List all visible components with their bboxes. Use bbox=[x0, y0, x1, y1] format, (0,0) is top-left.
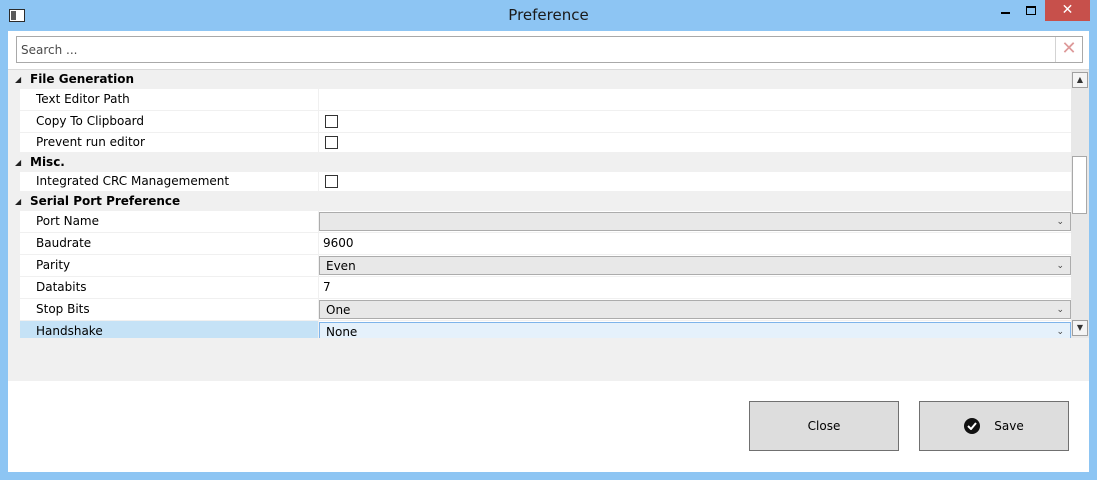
expand-toggle-icon[interactable]: ◢ bbox=[15, 153, 21, 172]
databits-input[interactable]: 7 bbox=[319, 277, 1071, 298]
window-title: Preference bbox=[508, 6, 589, 24]
category-label: File Generation bbox=[30, 72, 135, 86]
property-row-databits[interactable]: Databits 7 bbox=[8, 277, 1071, 299]
property-name: Text Editor Path bbox=[20, 89, 319, 110]
search-input[interactable] bbox=[18, 38, 1055, 61]
title-bar[interactable]: Preference ✕ bbox=[0, 0, 1097, 31]
chevron-down-icon: ⌄ bbox=[1056, 217, 1064, 227]
property-name: Copy To Clipboard bbox=[20, 111, 319, 132]
parity-dropdown[interactable]: Even ⌄ bbox=[319, 256, 1071, 275]
chevron-down-icon: ⌄ bbox=[1056, 305, 1064, 315]
close-button[interactable]: Close bbox=[749, 401, 899, 451]
property-name: Handshake bbox=[20, 321, 319, 338]
property-name: Stop Bits bbox=[20, 299, 319, 320]
preference-window: Preference ✕ ✕ ◢ File Generation Text Ed… bbox=[0, 0, 1097, 480]
chevron-down-icon: ⌄ bbox=[1056, 327, 1064, 337]
vertical-scrollbar[interactable]: ▲ ▼ bbox=[1071, 70, 1089, 338]
category-label: Serial Port Preference bbox=[30, 194, 181, 208]
save-button-label: Save bbox=[994, 419, 1024, 433]
stop-bits-dropdown[interactable]: One ⌄ bbox=[319, 300, 1071, 319]
dropdown-value: None bbox=[326, 325, 358, 338]
minimize-icon bbox=[1000, 12, 1010, 14]
property-row-handshake[interactable]: Handshake None ⌄ bbox=[8, 321, 1071, 338]
maximize-icon bbox=[1026, 6, 1036, 15]
chevron-down-icon: ⌄ bbox=[1056, 261, 1064, 271]
scroll-up-icon[interactable]: ▲ bbox=[1072, 72, 1088, 88]
dialog-content: ✕ ◢ File Generation Text Editor Path Cop… bbox=[8, 31, 1089, 472]
dropdown-value: Even bbox=[326, 259, 356, 273]
prevent-run-editor-checkbox[interactable] bbox=[325, 136, 338, 149]
category-serial-port-preference[interactable]: ◢ Serial Port Preference bbox=[8, 192, 1071, 211]
copy-to-clipboard-checkbox[interactable] bbox=[325, 115, 338, 128]
check-circle-icon bbox=[964, 418, 981, 434]
maximize-button[interactable] bbox=[1018, 0, 1044, 21]
handshake-dropdown[interactable]: None ⌄ bbox=[319, 322, 1071, 338]
baudrate-input[interactable]: 9600 bbox=[319, 233, 1071, 254]
clear-search-icon[interactable]: ✕ bbox=[1055, 37, 1082, 62]
scroll-down-icon[interactable]: ▼ bbox=[1072, 320, 1088, 336]
integrated-crc-checkbox[interactable] bbox=[325, 175, 338, 188]
dropdown-value: One bbox=[326, 303, 351, 317]
minimize-button[interactable] bbox=[992, 0, 1018, 21]
scroll-thumb[interactable] bbox=[1072, 156, 1087, 214]
property-row-stop-bits[interactable]: Stop Bits One ⌄ bbox=[8, 299, 1071, 321]
property-row-port-name[interactable]: Port Name ⌄ bbox=[8, 211, 1071, 233]
property-row-integrated-crc[interactable]: Integrated CRC Managemement bbox=[8, 172, 1071, 192]
close-button-label: Close bbox=[807, 419, 841, 433]
property-name: Databits bbox=[20, 277, 319, 298]
property-name: Port Name bbox=[20, 211, 319, 232]
category-file-generation[interactable]: ◢ File Generation bbox=[8, 70, 1071, 89]
property-grid: ◢ File Generation Text Editor Path Copy … bbox=[8, 69, 1089, 381]
expand-toggle-icon[interactable]: ◢ bbox=[15, 192, 21, 211]
property-name: Parity bbox=[20, 255, 319, 276]
property-name: Prevent run editor bbox=[20, 133, 319, 152]
expand-toggle-icon[interactable]: ◢ bbox=[15, 70, 21, 89]
window-close-button[interactable]: ✕ bbox=[1045, 0, 1090, 21]
dialog-footer: Close Save bbox=[8, 381, 1089, 472]
search-box: ✕ bbox=[16, 36, 1083, 63]
property-row-copy-to-clipboard[interactable]: Copy To Clipboard bbox=[8, 111, 1071, 133]
property-row-baudrate[interactable]: Baudrate 9600 bbox=[8, 233, 1071, 255]
category-misc[interactable]: ◢ Misc. bbox=[8, 153, 1071, 172]
text-editor-path-input[interactable] bbox=[319, 89, 1071, 110]
save-button[interactable]: Save bbox=[919, 401, 1069, 451]
property-row-text-editor-path[interactable]: Text Editor Path bbox=[8, 89, 1071, 111]
port-name-dropdown[interactable]: ⌄ bbox=[319, 212, 1071, 231]
property-row-parity[interactable]: Parity Even ⌄ bbox=[8, 255, 1071, 277]
property-row-prevent-run-editor[interactable]: Prevent run editor bbox=[8, 133, 1071, 153]
property-name: Integrated CRC Managemement bbox=[20, 172, 319, 191]
property-name: Baudrate bbox=[20, 233, 319, 254]
property-grid-rows: ◢ File Generation Text Editor Path Copy … bbox=[8, 70, 1071, 338]
category-label: Misc. bbox=[30, 155, 65, 169]
